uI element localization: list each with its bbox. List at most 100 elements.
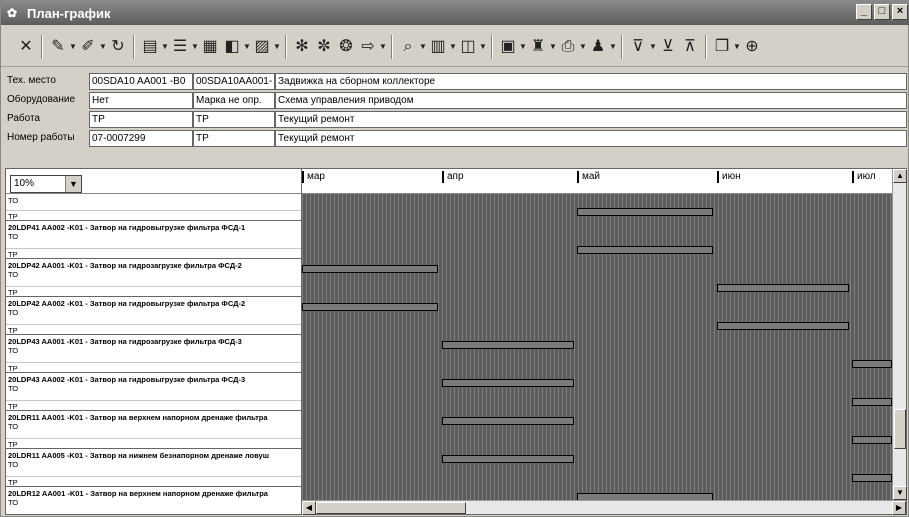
list-icon[interactable]: ☰ <box>169 36 191 58</box>
template-icon[interactable]: ▨ <box>251 36 273 58</box>
chevron-down-icon[interactable]: ▼ <box>519 42 527 51</box>
task-row[interactable]: 20LDP43 AA001 -K01 - Затвор на гидрозагр… <box>6 335 301 373</box>
chevron-down-icon[interactable]: ▼ <box>549 42 557 51</box>
gantt-bar[interactable] <box>442 455 574 463</box>
minimize-button[interactable]: _ <box>856 4 872 20</box>
gears-icon[interactable]: ✼ <box>313 36 335 58</box>
chevron-down-icon[interactable]: ▼ <box>419 42 427 51</box>
group-icon[interactable]: ▥ <box>427 36 449 58</box>
info-label: Оборудование <box>7 94 76 105</box>
chevron-down-icon[interactable]: ▼ <box>161 42 169 51</box>
gantt-bar[interactable] <box>852 398 892 406</box>
chevron-down-icon[interactable]: ▼ <box>733 42 741 51</box>
print-icon[interactable]: ⎙ <box>557 36 579 58</box>
gear-icon[interactable]: ✻ <box>291 36 313 58</box>
layout-icon[interactable]: ◫ <box>457 36 479 58</box>
toolbar-separator <box>705 34 707 59</box>
task-divider <box>6 324 301 325</box>
chevron-down-icon[interactable]: ▼ <box>649 42 657 51</box>
vertical-scrollbar[interactable]: ▲ ▼ <box>892 169 907 500</box>
edit-icon[interactable]: ✎ <box>47 36 69 58</box>
maximize-button[interactable]: □ <box>874 4 890 20</box>
info-field[interactable]: Задвижка на сборном коллекторе <box>275 73 907 90</box>
info-field[interactable]: Схема управления приводом <box>275 92 907 109</box>
task-row[interactable]: 20LDR11 AA005 -K01 - Затвор на нижнем бе… <box>6 449 301 487</box>
zoom-select[interactable]: 10% ▼ <box>10 175 82 193</box>
info-field[interactable]: Текущий ремонт <box>275 111 907 128</box>
gantt-bar[interactable] <box>577 208 713 216</box>
refresh-icon[interactable]: ↻ <box>107 36 129 58</box>
window-icon[interactable]: ❐ <box>711 36 733 58</box>
toolbar-separator <box>391 34 393 59</box>
doc-icon[interactable]: ▤ <box>139 36 161 58</box>
gantt-bar[interactable] <box>852 474 892 482</box>
info-field[interactable]: Текущий ремонт <box>275 130 907 147</box>
gantt-bar[interactable] <box>717 284 849 292</box>
scroll-left-icon[interactable]: ◀ <box>302 501 316 515</box>
scroll-up-icon[interactable]: ▲ <box>893 169 907 183</box>
toolbar-separator <box>491 34 493 59</box>
table-icon[interactable]: ▦ <box>199 36 221 58</box>
stamp-icon[interactable]: ♜ <box>527 36 549 58</box>
scroll-down-icon[interactable]: ▼ <box>893 486 907 500</box>
settings-icon[interactable]: ⊕ <box>741 36 763 58</box>
info-field[interactable]: 00SDA10AA001- <box>193 73 275 90</box>
gantt-bar[interactable] <box>442 379 574 387</box>
gantt-bar[interactable] <box>577 246 713 254</box>
gantt-bar[interactable] <box>302 303 438 311</box>
chevron-down-icon[interactable]: ▼ <box>449 42 457 51</box>
chevron-down-icon[interactable]: ▼ <box>65 176 81 192</box>
info-field[interactable]: ТР <box>89 111 193 128</box>
info-field[interactable]: ТР <box>193 111 275 128</box>
chevron-down-icon[interactable]: ▼ <box>479 42 487 51</box>
month-label: июн <box>717 171 741 183</box>
calendar-icon[interactable]: ▣ <box>497 36 519 58</box>
gantt-bar[interactable] <box>852 360 892 368</box>
task-row[interactable]: 20LDP42 AA002 -K01 - Затвор на гидровыгр… <box>6 297 301 335</box>
info-field[interactable]: 07-0007299 <box>89 130 193 147</box>
gantt-bar[interactable] <box>442 417 574 425</box>
info-field[interactable]: Нет <box>89 92 193 109</box>
gantt-bar[interactable] <box>302 265 438 273</box>
user-icon[interactable]: ♟ <box>587 36 609 58</box>
task-to-label: ТО <box>8 460 19 469</box>
chevron-down-icon[interactable]: ▼ <box>579 42 587 51</box>
scroll-right-icon[interactable]: ▶ <box>892 501 906 515</box>
task-divider <box>6 248 301 249</box>
task-row[interactable]: 20LDP41 AA002 -K01 - Затвор на гидровыгр… <box>6 221 301 259</box>
task-row[interactable]: 20LDR12 AA001 -K01 - Затвор на верхнем н… <box>6 487 301 514</box>
view-icon[interactable]: ◧ <box>221 36 243 58</box>
info-row-equipment: Оборудование Нет Марка не опр. Схема упр… <box>5 92 907 110</box>
scroll-thumb[interactable] <box>316 502 466 514</box>
task-row[interactable]: 20LDP42 AA001 -K01 - Затвор на гидрозагр… <box>6 259 301 297</box>
info-field[interactable]: ТР <box>193 130 275 147</box>
task-row[interactable]: 20LDR11 AA001 -K01 - Затвор на верхнем н… <box>6 411 301 449</box>
filter-apply-icon[interactable]: ⊻ <box>657 36 679 58</box>
info-field[interactable]: Марка не опр. <box>193 92 275 109</box>
info-field[interactable]: 00SDA10 AA001 -B0 <box>89 73 193 90</box>
gantt-bar[interactable] <box>852 436 892 444</box>
chevron-down-icon[interactable]: ▼ <box>99 42 107 51</box>
chevron-down-icon[interactable]: ▼ <box>69 42 77 51</box>
export-icon[interactable]: ⇨ <box>357 36 379 58</box>
chevron-down-icon[interactable]: ▼ <box>609 42 617 51</box>
gear-alt-icon[interactable]: ❂ <box>335 36 357 58</box>
chevron-down-icon[interactable]: ▼ <box>243 42 251 51</box>
toolbar-separator <box>133 34 135 59</box>
filter-clear-icon[interactable]: ⊼ <box>679 36 701 58</box>
scroll-thumb[interactable] <box>894 409 906 449</box>
chevron-down-icon[interactable]: ▼ <box>379 42 387 51</box>
task-row-partial[interactable]: ТО ТР <box>6 194 301 221</box>
zoom-icon[interactable]: ⌕ <box>397 36 419 58</box>
gantt-bar[interactable] <box>717 322 849 330</box>
close-x-icon[interactable]: ✕ <box>15 36 37 58</box>
close-button[interactable]: × <box>892 4 908 20</box>
filter-icon[interactable]: ⊽ <box>627 36 649 58</box>
task-row[interactable]: 20LDP43 AA002 -K01 - Затвор на гидровыгр… <box>6 373 301 411</box>
chevron-down-icon[interactable]: ▼ <box>273 42 281 51</box>
gantt-bar[interactable] <box>442 341 574 349</box>
chevron-down-icon[interactable]: ▼ <box>191 42 199 51</box>
month-label: июл <box>852 171 876 183</box>
edit-alt-icon[interactable]: ✐ <box>77 36 99 58</box>
horizontal-scrollbar[interactable]: ◀ ▶ <box>302 500 906 515</box>
